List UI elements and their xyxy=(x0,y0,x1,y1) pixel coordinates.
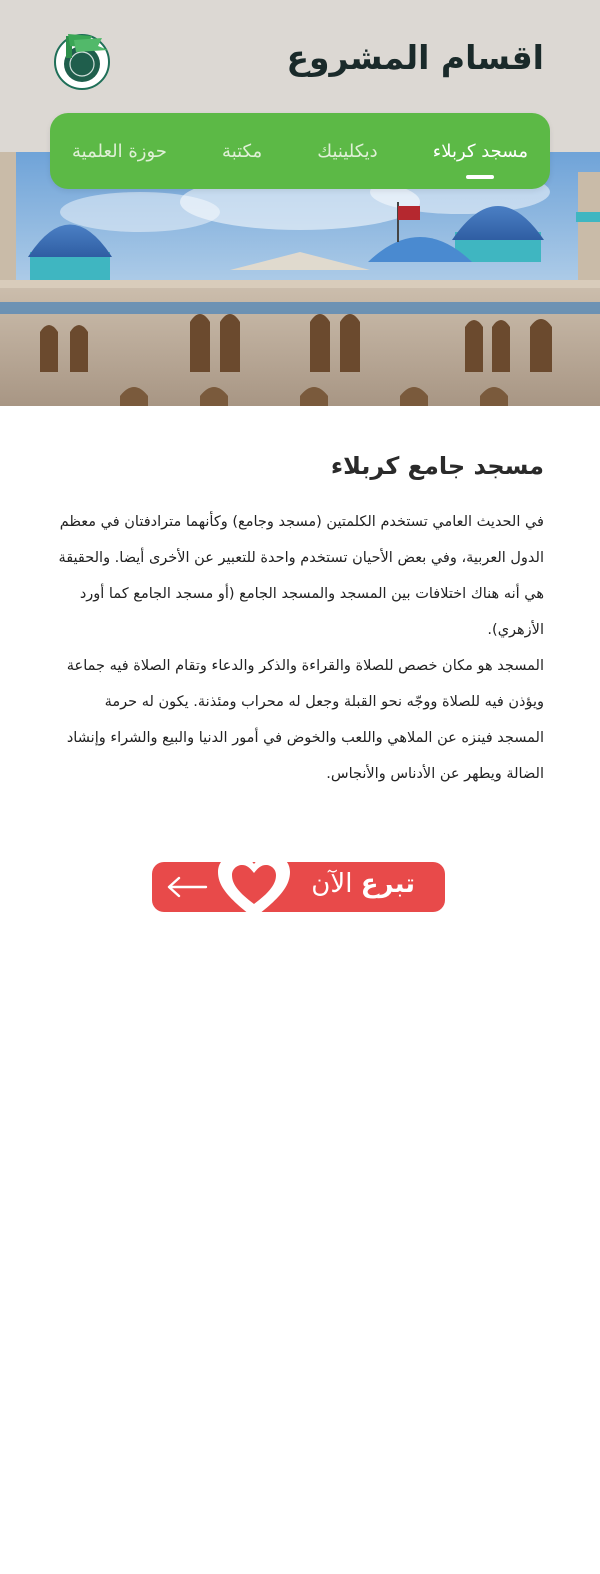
tab-karbala-mosque[interactable]: مسجد كربلاء xyxy=(433,141,528,179)
article-paragraph-1: في الحديث العامي تستخدم الكلمتين (مسجد و… xyxy=(58,514,544,638)
article-paragraph-2: المسجد هو مكان خصص للصلاة والقراءة والذك… xyxy=(66,658,544,782)
donate-label: تبرع الآن xyxy=(311,869,415,899)
arrow-left-icon xyxy=(166,876,208,898)
hero-image xyxy=(0,152,600,406)
donate-label-bold: تبرع xyxy=(360,869,415,899)
article: مسجد جامع كربلاء في الحديث العامي تستخدم… xyxy=(56,448,544,792)
heart-icon xyxy=(216,852,292,922)
project-logo-icon[interactable] xyxy=(52,30,112,90)
page: اقسام المشروع مسجد كربلاء ديكلينيك مكتبة… xyxy=(0,0,600,1574)
donate-label-light: الآن xyxy=(311,869,353,899)
tab-declinic[interactable]: ديكلينيك xyxy=(317,141,377,162)
article-title: مسجد جامع كربلاء xyxy=(330,452,544,480)
section-tabs: مسجد كربلاء ديكلينيك مكتبة حوزة العلمية xyxy=(50,113,550,189)
tab-hawza[interactable]: حوزة العلمية xyxy=(72,141,167,162)
donate-button[interactable]: تبرع الآن xyxy=(152,854,445,918)
tab-library[interactable]: مكتبة xyxy=(222,141,262,162)
page-title: اقسام المشروع xyxy=(286,38,544,77)
